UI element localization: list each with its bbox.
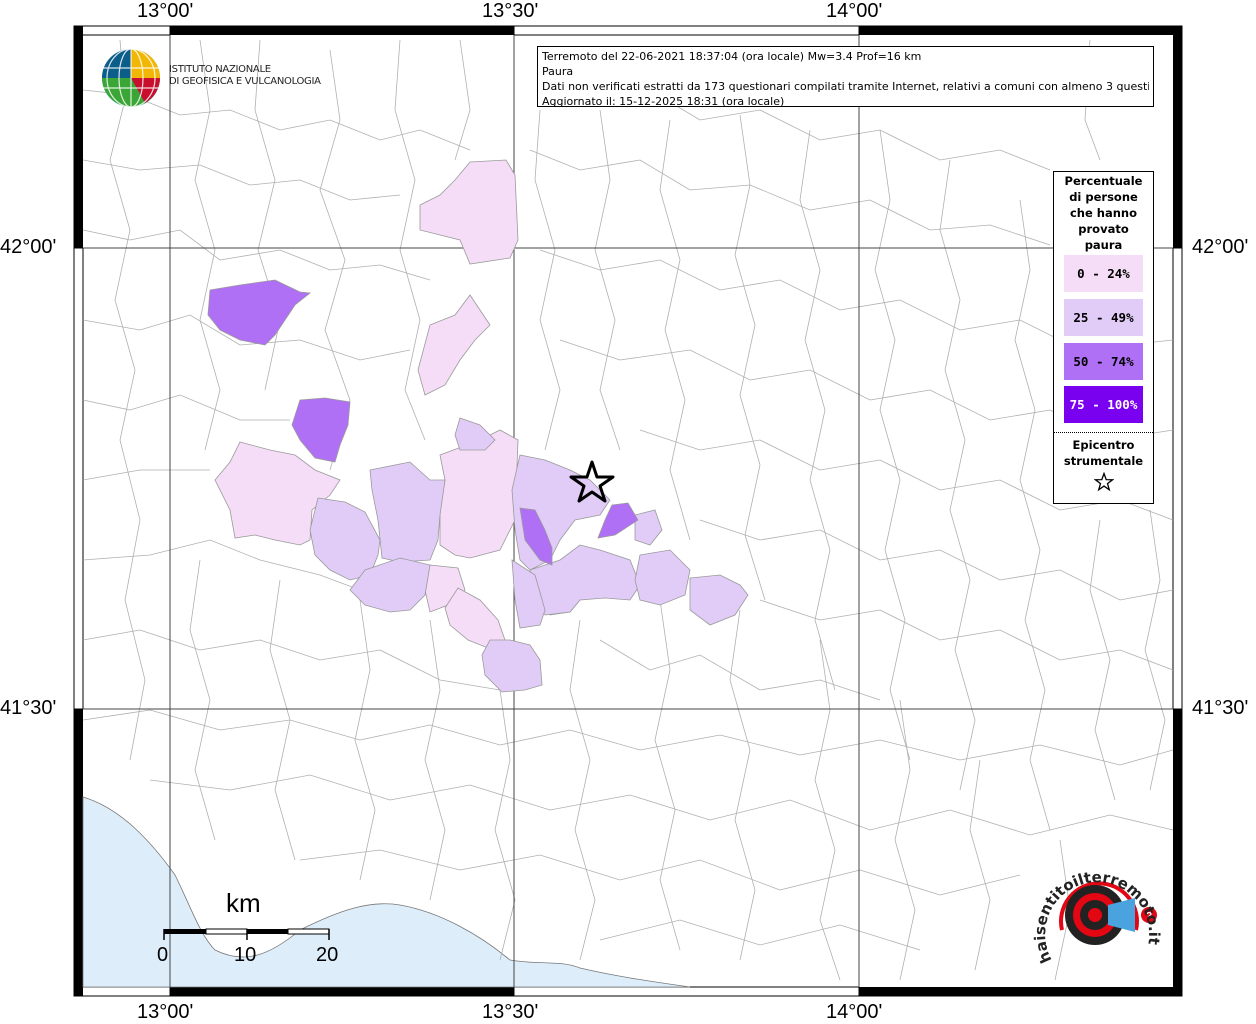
- scale-tick-label: 20: [316, 944, 339, 966]
- felt-fear-municipalities: [207, 159, 749, 693]
- ingv-logo-text: ISTITUTO NAZIONALE DI GEOFISICA E VULCAN…: [169, 64, 321, 88]
- haisentito-watermark-text: haisentitoilterremoto.it: [1031, 868, 1163, 966]
- legend-title-line: paura: [1084, 238, 1123, 252]
- longitude-label-13-30-top: 13°30': [482, 0, 539, 22]
- ingv-logo-line1: ISTITUTO NAZIONALE: [169, 64, 271, 75]
- scale-tick-label: 0: [157, 944, 169, 966]
- municipality-class-1: [481, 639, 543, 693]
- longitude-label-13-30-bottom: 13°30': [482, 1001, 539, 1023]
- scale-tick-label: 10: [234, 944, 257, 966]
- legend-title-line: che hanno: [1069, 206, 1138, 220]
- ingv-logo-line2: DI GEOFISICA E VULCANOLOGIA: [169, 76, 321, 87]
- municipality-class-1: [634, 549, 691, 606]
- municipality-class-0: [444, 587, 506, 649]
- latitude-label-41-30-left: 41°30': [0, 697, 57, 719]
- legend-swatch-75-100: 75 - 100%: [1064, 386, 1143, 423]
- latitude-label-41-30-right: 41°30': [1192, 697, 1249, 719]
- legend-swatch-0-24: 0 - 24%: [1064, 255, 1143, 292]
- municipality-class-2: [291, 397, 351, 463]
- latitude-label-42-00-left: 42°00': [0, 236, 57, 258]
- sea-area: [82, 796, 691, 988]
- legend-title-line: di persone: [1069, 190, 1138, 204]
- municipality-class-1: [369, 461, 446, 563]
- latitude-label-42-00-right: 42°00': [1192, 236, 1249, 258]
- ingv-logo-icon: [102, 48, 160, 108]
- longitude-label-14-00-bottom: 14°00': [826, 1001, 883, 1023]
- longitude-label-14-00-top: 14°00': [826, 0, 883, 22]
- event-info-line1: Terremoto del 22-06-2021 18:37:04 (ora l…: [542, 50, 922, 63]
- legend-title: Percentuale di persone che hanno provato…: [1054, 172, 1153, 253]
- municipality-class-0: [417, 294, 491, 396]
- legend-star-icon: [1054, 471, 1153, 496]
- legend-swatch-25-49: 25 - 49%: [1064, 299, 1143, 336]
- municipality-class-1: [454, 417, 496, 451]
- legend-epicenter-line2: strumentale: [1063, 454, 1144, 468]
- longitude-label-13-00-top: 13°00': [137, 0, 194, 22]
- event-info-line2: Paura: [542, 65, 574, 78]
- event-info-box: Terremoto del 22-06-2021 18:37:04 (ora l…: [537, 46, 1154, 108]
- legend-epicenter-label: Epicentro strumentale: [1054, 437, 1153, 469]
- event-info-line4: Aggiornato il: 15-12-2025 18:31 (ora loc…: [542, 95, 785, 108]
- scale-unit-label: km: [226, 888, 261, 918]
- haisentito-watermark: haisentitoilterremoto.it: [1031, 868, 1163, 966]
- legend-separator: [1054, 432, 1153, 433]
- municipality-class-1: [634, 509, 663, 546]
- legend-title-line: provato: [1078, 222, 1129, 236]
- event-info-line3: Dati non verificati estratti da 173 ques…: [542, 80, 1149, 93]
- municipality-class-1: [309, 497, 381, 581]
- longitude-label-13-00-bottom: 13°00': [137, 1001, 194, 1023]
- legend-title-line: Percentuale: [1064, 174, 1143, 188]
- legend-epicenter-line1: Epicentro: [1072, 438, 1135, 452]
- legend: Percentuale di persone che hanno provato…: [1053, 171, 1154, 504]
- legend-swatch-50-74: 50 - 74%: [1064, 343, 1143, 380]
